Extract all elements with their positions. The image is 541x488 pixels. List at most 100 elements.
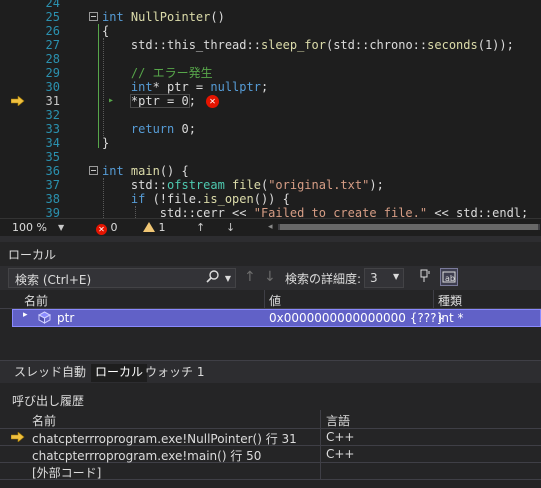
line-number: 27 bbox=[45, 38, 60, 52]
code-line-38[interactable]: 38 if (!file.is_open()) { bbox=[0, 192, 541, 206]
line-number: 37 bbox=[45, 178, 60, 192]
current-statement-highlight bbox=[130, 94, 190, 108]
code-text: std::cerr << "Failed to create file." <<… bbox=[102, 206, 529, 218]
code-line-34[interactable]: 34} bbox=[0, 136, 541, 150]
search-depth-select[interactable]: 3 ▼ bbox=[364, 268, 404, 288]
scroll-left-icon[interactable]: ◂ bbox=[268, 221, 273, 234]
column-divider[interactable] bbox=[264, 290, 265, 308]
tab-locals[interactable]: ローカル bbox=[91, 364, 148, 382]
code-line-26[interactable]: 26 { bbox=[0, 24, 541, 38]
line-number: 34 bbox=[45, 136, 60, 150]
code-line-35[interactable]: 35 bbox=[0, 150, 541, 164]
line-number: 28 bbox=[45, 52, 60, 66]
variable-type: int * bbox=[438, 311, 464, 325]
call-stack-window: 呼び出し履歴 名前 言語 chatcpterrroprogram.exe!Nul… bbox=[0, 388, 541, 488]
line-number: 25 bbox=[45, 10, 60, 24]
error-count-value: 0 bbox=[110, 221, 118, 234]
indent-guide bbox=[135, 206, 136, 218]
frame-language: C++ bbox=[326, 430, 355, 444]
code-line-30[interactable]: 30 int* ptr = nullptr; bbox=[0, 80, 541, 94]
locals-row-ptr[interactable]: ▸ ptr 0x0000000000000000 {???} int * bbox=[12, 309, 541, 327]
code-text: return 0; bbox=[102, 122, 196, 136]
search-depth-value: 3 bbox=[370, 271, 378, 285]
frame-name: chatcpterrroprogram.exe!NullPointer() 行 … bbox=[32, 432, 297, 446]
line-number: 24 bbox=[45, 0, 60, 10]
search-previous-icon[interactable]: ↑ bbox=[244, 269, 256, 285]
zoom-dropdown-icon[interactable]: ▼ bbox=[58, 221, 64, 234]
variable-icon bbox=[37, 311, 52, 324]
tab-watch-1[interactable]: ウォッチ 1 bbox=[145, 364, 204, 380]
line-number: 30 bbox=[45, 80, 60, 94]
code-line-37[interactable]: 37 std::ofstream file("original.txt"); bbox=[0, 178, 541, 192]
code-line-39[interactable]: 39 std::cerr << "Failed to create file."… bbox=[0, 206, 541, 218]
indent-guide bbox=[103, 178, 104, 218]
variable-value[interactable]: 0x0000000000000000 {???} bbox=[269, 311, 444, 325]
code-line-29[interactable]: 29 // エラー発生 bbox=[0, 66, 541, 80]
call-stack-row[interactable]: chatcpterrroprogram.exe!main() 行 50 C++ bbox=[0, 446, 541, 463]
code-text: int NullPointer() bbox=[102, 10, 225, 24]
next-issue-icon[interactable]: ↓ bbox=[226, 221, 235, 234]
current-line-arrow-icon bbox=[11, 96, 25, 106]
call-stack-header: 名前 言語 bbox=[0, 410, 541, 429]
variable-name: ptr bbox=[57, 311, 75, 325]
search-input[interactable]: 検索 (Ctrl+E) ▼ bbox=[8, 268, 236, 288]
column-value[interactable]: 値 bbox=[269, 292, 281, 309]
horizontal-scrollbar[interactable] bbox=[278, 224, 540, 230]
code-text: int main() { bbox=[102, 164, 189, 178]
code-line-24[interactable]: 24 bbox=[0, 0, 541, 10]
column-divider bbox=[320, 463, 321, 479]
code-line-27[interactable]: 27 std::this_thread::sleep_for(std::chro… bbox=[0, 38, 541, 52]
locals-title: ローカル bbox=[8, 248, 57, 262]
tab-autos[interactable]: 自動 bbox=[62, 364, 86, 380]
code-line-31[interactable]: 31 *ptr = 0; ▸ ✕ bbox=[0, 94, 541, 108]
line-number: 38 bbox=[45, 192, 60, 206]
current-frame-arrow-icon bbox=[11, 432, 25, 442]
error-icon: ✕ bbox=[96, 224, 107, 235]
code-line-36[interactable]: 36 int main() { bbox=[0, 164, 541, 178]
debug-tabs: スレッド 自動 ローカル ウォッチ 1 bbox=[0, 360, 541, 383]
column-name[interactable]: 名前 bbox=[24, 292, 48, 309]
code-text: int* ptr = nullptr; bbox=[102, 80, 269, 94]
pin-icon[interactable] bbox=[418, 268, 436, 286]
search-next-icon[interactable]: ↓ bbox=[264, 269, 276, 285]
scrollbar-thumb[interactable] bbox=[280, 224, 538, 230]
search-options-chevron-icon[interactable]: ▼ bbox=[225, 274, 231, 283]
expand-triangle-icon[interactable]: ▸ bbox=[23, 310, 28, 320]
code-text: { bbox=[102, 24, 110, 38]
line-number: 36 bbox=[45, 164, 60, 178]
call-stack-row[interactable]: chatcpterrroprogram.exe!NullPointer() 行 … bbox=[0, 429, 541, 446]
code-line-28[interactable]: 28 bbox=[0, 52, 541, 66]
chevron-down-icon: ▼ bbox=[393, 272, 400, 281]
line-number: 26 bbox=[45, 24, 60, 38]
code-line-25[interactable]: 25 int NullPointer() bbox=[0, 10, 541, 24]
column-divider[interactable] bbox=[433, 290, 434, 308]
run-to-click-icon[interactable]: ▸ bbox=[108, 94, 114, 108]
code-text: std::this_thread::sleep_for(std::chrono:… bbox=[102, 38, 514, 52]
line-number: 29 bbox=[45, 66, 60, 80]
code-line-32[interactable]: 32 bbox=[0, 108, 541, 122]
code-editor[interactable]: 24 25 int NullPointer()26 {27 std::this_thr… bbox=[0, 0, 541, 218]
indent-guide bbox=[103, 38, 104, 138]
call-stack-row[interactable]: [外部コード] bbox=[0, 463, 541, 480]
collapse-icon[interactable] bbox=[89, 166, 98, 175]
code-text: std::ofstream file("original.txt"); bbox=[102, 178, 384, 192]
previous-issue-icon[interactable]: ↑ bbox=[196, 221, 205, 234]
column-divider[interactable] bbox=[320, 410, 321, 428]
exception-icon[interactable]: ✕ bbox=[206, 95, 219, 108]
search-depth-label: 検索の詳細度: bbox=[285, 272, 362, 286]
column-divider bbox=[320, 429, 321, 445]
warning-count-value: 1 bbox=[158, 221, 166, 234]
warning-count[interactable]: 1 bbox=[143, 221, 166, 234]
hex-display-icon[interactable]: ab bbox=[440, 268, 458, 286]
zoom-level[interactable]: 100 % bbox=[12, 221, 47, 234]
svg-text:ab: ab bbox=[445, 274, 455, 283]
code-text: // エラー発生 bbox=[102, 66, 213, 80]
tab-threads[interactable]: スレッド bbox=[14, 364, 62, 380]
column-language[interactable]: 言語 bbox=[326, 412, 350, 429]
column-name[interactable]: 名前 bbox=[32, 412, 56, 429]
search-icon[interactable]: ▼ bbox=[205, 270, 231, 288]
column-type[interactable]: 種類 bbox=[438, 292, 462, 309]
collapse-icon[interactable] bbox=[89, 12, 98, 21]
code-line-33[interactable]: 33 return 0; bbox=[0, 122, 541, 136]
error-count[interactable]: ✕ 0 bbox=[96, 221, 118, 235]
